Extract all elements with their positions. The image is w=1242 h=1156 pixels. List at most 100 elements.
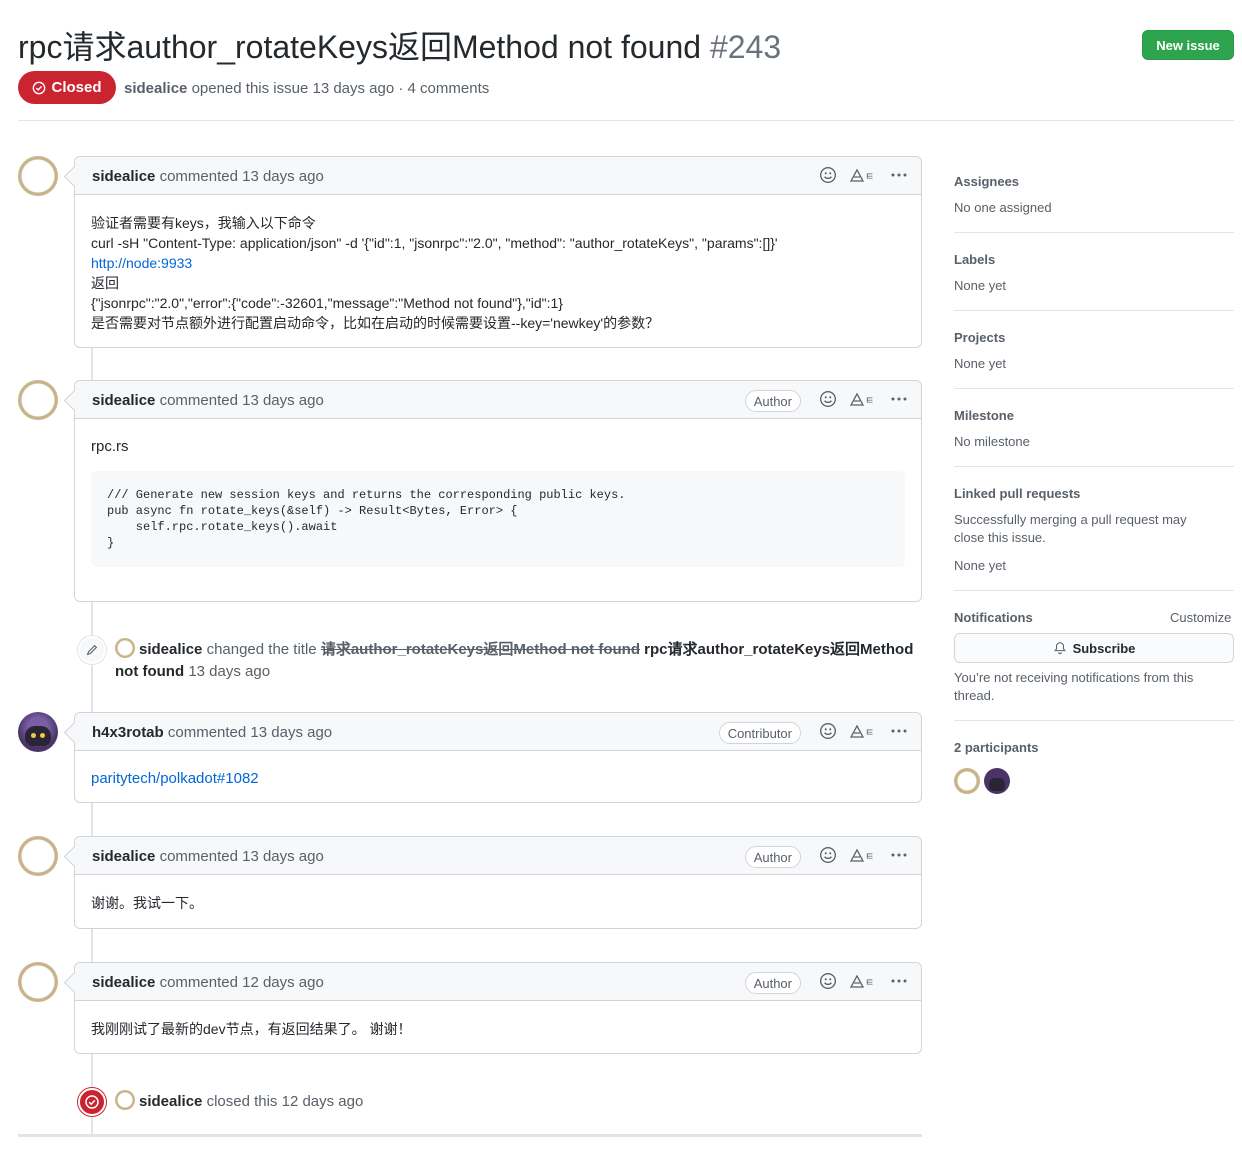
avatar[interactable] bbox=[18, 380, 58, 420]
comment-author[interactable]: sidealice bbox=[92, 848, 155, 865]
subscribe-label: Subscribe bbox=[1072, 640, 1136, 656]
comment-time: commented 13 days ago bbox=[159, 848, 324, 865]
comment-author-line: h4x3rotab commented 13 days ago bbox=[92, 724, 332, 741]
linked-prs-desc-cont: close this issue. bbox=[954, 530, 1046, 545]
closed-circle-icon bbox=[33, 81, 46, 94]
participant-avatar[interactable] bbox=[984, 768, 1010, 794]
avatar[interactable] bbox=[115, 638, 135, 658]
participant-avatar[interactable] bbox=[954, 768, 980, 794]
bell-icon bbox=[1053, 642, 1066, 655]
translate-icon[interactable]: ㅌ bbox=[849, 166, 877, 184]
new-title-cont: not found bbox=[115, 663, 185, 680]
node-link[interactable]: http://node:9933 bbox=[91, 255, 192, 271]
issue-meta-text: opened this issue 13 days ago · 4 commen… bbox=[191, 80, 490, 97]
comment-body: 我刚刚试了最新的dev节点，有返回结果了。 谢谢！ bbox=[75, 1001, 921, 1053]
avatar[interactable] bbox=[115, 1090, 135, 1110]
comment-author[interactable]: sidealice bbox=[92, 168, 155, 185]
new-issue-button[interactable]: New issue bbox=[1142, 30, 1234, 60]
more-options-icon[interactable] bbox=[889, 390, 909, 408]
comment-header: sidealice commented 13 days ago Author ㅌ bbox=[75, 837, 921, 875]
comment-actions: ㅌ bbox=[819, 972, 909, 990]
event-text: closed this 12 days ago bbox=[206, 1093, 364, 1110]
emoji-reaction-icon[interactable] bbox=[819, 390, 837, 408]
subscribe-button[interactable]: Subscribe bbox=[954, 633, 1234, 663]
notifications-desc: You’re not receiving notifications from … bbox=[954, 670, 1194, 685]
comment-line: 是否需要对节点额外进行配置启动命令，比如在启动的时候需要设置--key='new… bbox=[91, 315, 660, 331]
issue-reference-link[interactable]: paritytech/polkadot#1082 bbox=[91, 770, 259, 787]
translate-icon[interactable]: ㅌ bbox=[849, 390, 877, 408]
milestone-heading[interactable]: Milestone bbox=[954, 408, 1234, 423]
milestone-value: No milestone bbox=[954, 434, 1030, 449]
labels-heading[interactable]: Labels bbox=[954, 252, 1234, 267]
customize-link[interactable]: Customize bbox=[1170, 609, 1231, 627]
sidebar-divider bbox=[954, 590, 1234, 591]
svg-text:ㅌ: ㅌ bbox=[865, 396, 874, 407]
sidebar-divider bbox=[954, 388, 1234, 389]
notifications-desc-cont: thread. bbox=[954, 688, 995, 703]
issue-number: #243 bbox=[709, 29, 782, 65]
comment-time: commented 12 days ago bbox=[159, 974, 324, 991]
avatar[interactable] bbox=[18, 712, 58, 752]
translate-icon[interactable]: ㅌ bbox=[849, 972, 877, 990]
issue-author-link[interactable]: sidealice bbox=[124, 80, 187, 97]
svg-text:ㅌ: ㅌ bbox=[865, 728, 874, 739]
more-options-icon[interactable] bbox=[889, 972, 909, 990]
event-actor[interactable]: sidealice bbox=[139, 641, 202, 658]
comment-text: rpc.rs bbox=[91, 438, 129, 455]
comment-time: commented 13 days ago bbox=[159, 168, 324, 185]
comment-header: sidealice commented 12 days ago Author ㅌ bbox=[75, 963, 921, 1001]
comment-author-line: sidealice commented 12 days ago bbox=[92, 974, 324, 991]
comment-author[interactable]: sidealice bbox=[92, 392, 155, 409]
comment-line: 验证者需要有keys，我输入以下命令 bbox=[91, 215, 316, 231]
more-options-icon[interactable] bbox=[889, 722, 909, 740]
labels-value: None yet bbox=[954, 278, 1007, 293]
comment-box: sidealice commented 13 days ago Author ㅌ… bbox=[74, 380, 922, 602]
comment-author[interactable]: h4x3rotab bbox=[92, 724, 164, 741]
assignees-heading[interactable]: Assignees bbox=[954, 174, 1234, 189]
contributor-badge: Contributor bbox=[718, 722, 801, 744]
more-options-icon[interactable] bbox=[889, 166, 909, 184]
comment-body: 谢谢。我试一下。 bbox=[75, 875, 921, 927]
cat-avatar-icon bbox=[25, 726, 51, 746]
comment-actions: ㅌ bbox=[819, 166, 909, 184]
notifications-heading: Notifications bbox=[954, 610, 1033, 625]
comment-author[interactable]: sidealice bbox=[92, 974, 155, 991]
assignees-value: No one assigned bbox=[954, 200, 1052, 215]
emoji-reaction-icon[interactable] bbox=[819, 722, 837, 740]
avatar[interactable] bbox=[18, 962, 58, 1002]
comment-actions: ㅌ bbox=[819, 722, 909, 740]
event-actor[interactable]: sidealice bbox=[139, 1093, 202, 1110]
comment-actions: ㅌ bbox=[819, 846, 909, 864]
more-options-icon[interactable] bbox=[889, 846, 909, 864]
svg-text:ㅌ: ㅌ bbox=[865, 978, 874, 989]
comment-author-line: sidealice commented 13 days ago bbox=[92, 392, 324, 409]
comment-text: 谢谢。我试一下。 bbox=[91, 895, 203, 911]
comment-author-line: sidealice commented 13 days ago bbox=[92, 848, 324, 865]
comment-header: h4x3rotab commented 13 days ago Contribu… bbox=[75, 713, 921, 751]
translate-icon[interactable]: ㅌ bbox=[849, 846, 877, 864]
pencil-icon bbox=[78, 636, 106, 664]
status-badge: Closed bbox=[18, 71, 116, 104]
cat-avatar-icon bbox=[989, 778, 1005, 791]
old-title: 请求author_rotateKeys返回Method not found bbox=[320, 641, 640, 658]
linked-prs-heading[interactable]: Linked pull requests bbox=[954, 486, 1234, 501]
emoji-reaction-icon[interactable] bbox=[819, 846, 837, 864]
comment-header: sidealice commented 13 days ago Author ㅌ bbox=[75, 381, 921, 419]
comment-line: {"jsonrpc":"2.0","error":{"code":-32601,… bbox=[91, 295, 563, 311]
rename-event: sidealice changed the title 请求author_rot… bbox=[115, 638, 921, 683]
status-label: Closed bbox=[51, 79, 102, 96]
projects-heading[interactable]: Projects bbox=[954, 330, 1234, 345]
avatar[interactable] bbox=[18, 836, 58, 876]
emoji-reaction-icon[interactable] bbox=[819, 166, 837, 184]
comment-body: rpc.rs /// Generate new session keys and… bbox=[75, 419, 921, 581]
code-block: /// Generate new session keys and return… bbox=[91, 471, 905, 567]
avatar[interactable] bbox=[18, 156, 58, 196]
translate-icon[interactable]: ㅌ bbox=[849, 722, 877, 740]
header-divider bbox=[18, 120, 1234, 121]
comment-text: 我刚刚试了最新的dev节点，有返回结果了。 谢谢！ bbox=[91, 1021, 412, 1037]
emoji-reaction-icon[interactable] bbox=[819, 972, 837, 990]
linked-prs-value: None yet bbox=[954, 558, 1007, 573]
closed-circle-icon bbox=[78, 1088, 106, 1116]
comment-author-line: sidealice commented 13 days ago bbox=[92, 168, 324, 185]
event-time: 13 days ago bbox=[188, 663, 271, 680]
